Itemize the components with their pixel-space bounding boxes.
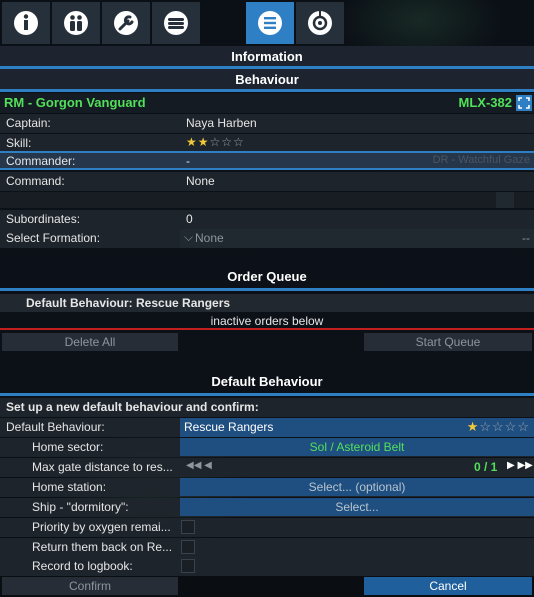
wrench-icon [114, 11, 138, 35]
order-queue-title: Order Queue [227, 269, 307, 284]
max-gate-row: Max gate distance to res... ◀◀ ◀ 0 / 1 ▶… [0, 458, 534, 477]
record-label: Record to logbook: [32, 559, 133, 573]
list-icon [258, 11, 282, 35]
home-station-button[interactable]: Select... (optional) [180, 478, 534, 496]
home-sector-label: Home sector: [32, 440, 104, 454]
empty-row [0, 192, 534, 208]
formation-value: None [195, 231, 224, 245]
priority-label: Priority by oxygen remai... [32, 520, 171, 534]
crew-icon [64, 11, 88, 35]
ship-row: RM - Gorgon Vanguard MLX-382 [0, 93, 534, 113]
commander-label: Commander: [6, 154, 76, 168]
default-behaviour-line: Default Behaviour: Rescue Rangers [0, 294, 534, 312]
header-divider [0, 89, 534, 92]
behaviour-value: Rescue Rangers [184, 420, 274, 434]
behaviour-dropdown[interactable]: Rescue Rangers ★☆☆☆☆ [180, 418, 534, 437]
command-row: Command: None [0, 172, 534, 191]
behaviour-stars: ★☆☆☆☆ [466, 419, 530, 434]
commander-value: - [186, 154, 190, 168]
crew-tab-button[interactable] [52, 2, 100, 44]
dormitory-label: Ship - "dormitory": [32, 500, 129, 514]
home-station-row: Home station: Select... (optional) [0, 478, 534, 497]
ship-id: MLX-382 [458, 95, 512, 110]
skill-label: Skill: [6, 136, 32, 150]
information-header: Information [0, 46, 534, 68]
subordinates-value: 0 [186, 212, 193, 226]
info-tab-button[interactable] [2, 2, 50, 44]
setup-row: Set up a new default behaviour and confi… [0, 398, 534, 417]
return-label: Return them back on Re... [32, 540, 173, 554]
default-behaviour-title: Default Behaviour [211, 374, 323, 389]
behaviour-tab-button[interactable] [246, 2, 294, 44]
behaviour-panel: Information Behaviour RM - Gorgon Vangua… [0, 0, 534, 597]
captain-value: Naya Harben [186, 116, 257, 130]
dormitory-row: Ship - "dormitory": Select... [0, 498, 534, 517]
start-queue-button[interactable]: Start Queue [364, 333, 532, 351]
command-value: None [186, 174, 215, 188]
inactive-orders-text: inactive orders below [210, 314, 324, 328]
max-gate-label: Max gate distance to res... [32, 460, 173, 474]
captain-row: Captain: Naya Harben [0, 114, 534, 133]
cell-block [496, 192, 514, 208]
loadout-tab-button[interactable] [152, 2, 200, 44]
setup-text: Set up a new default behaviour and confi… [6, 400, 259, 414]
inactive-divider [0, 328, 534, 330]
logbook-tab-button[interactable] [296, 2, 344, 44]
menu-toolbar [2, 2, 344, 44]
ship-name: RM - Gorgon Vanguard [4, 95, 146, 110]
max-gate-value: 0 / 1 [474, 460, 498, 474]
home-station-label: Home station: [32, 480, 107, 494]
dormitory-button[interactable]: Select... [180, 498, 534, 516]
priority-checkbox[interactable] [181, 520, 195, 534]
behaviour-select-row: Default Behaviour: Rescue Rangers ★☆☆☆☆ [0, 418, 534, 437]
behaviour-header: Behaviour [0, 69, 534, 91]
background-ship-label: DR - Watchful Gaze [432, 154, 530, 166]
chevron-down-icon: ⌵ [184, 230, 194, 244]
ammo-icon [164, 11, 188, 35]
command-label: Command: [6, 174, 65, 188]
home-sector-button[interactable]: Sol / Asteroid Belt [180, 438, 534, 456]
expand-icon[interactable] [516, 95, 532, 111]
captain-label: Captain: [6, 116, 51, 130]
home-sector-row: Home sector: Sol / Asteroid Belt [0, 438, 534, 457]
delete-all-button[interactable]: Delete All [2, 333, 178, 351]
default-behaviour-text: Default Behaviour: Rescue Rangers [26, 296, 231, 310]
confirm-button[interactable]: Confirm [2, 577, 178, 595]
section-divider [0, 393, 534, 396]
formation-label: Select Formation: [6, 231, 101, 245]
return-checkbox[interactable] [181, 540, 195, 554]
formation-dash: -- [522, 231, 530, 245]
section-divider [0, 288, 534, 291]
record-checkbox[interactable] [181, 559, 195, 573]
increase-icon[interactable]: ▶ ▶▶ [507, 460, 533, 471]
repair-tab-button[interactable] [102, 2, 150, 44]
record-row: Record to logbook: [0, 557, 534, 576]
target-icon [308, 11, 332, 35]
decrease-icon[interactable]: ◀◀ ◀ [186, 460, 212, 471]
priority-row: Priority by oxygen remai... [0, 518, 534, 537]
formation-row: Select Formation: ⌵ None -- [0, 229, 534, 248]
subordinates-row: Subordinates: 0 [0, 210, 534, 229]
info-icon [14, 11, 38, 35]
cancel-button[interactable]: Cancel [364, 577, 532, 595]
formation-dropdown[interactable]: ⌵ None -- [180, 229, 534, 248]
skill-stars: ★★☆☆☆ [186, 135, 245, 149]
behaviour-label: Default Behaviour: [6, 420, 105, 434]
commander-row[interactable]: Commander: - DR - Watchful Gaze [0, 151, 534, 170]
subordinates-label: Subordinates: [6, 212, 81, 226]
return-row: Return them back on Re... [0, 538, 534, 557]
